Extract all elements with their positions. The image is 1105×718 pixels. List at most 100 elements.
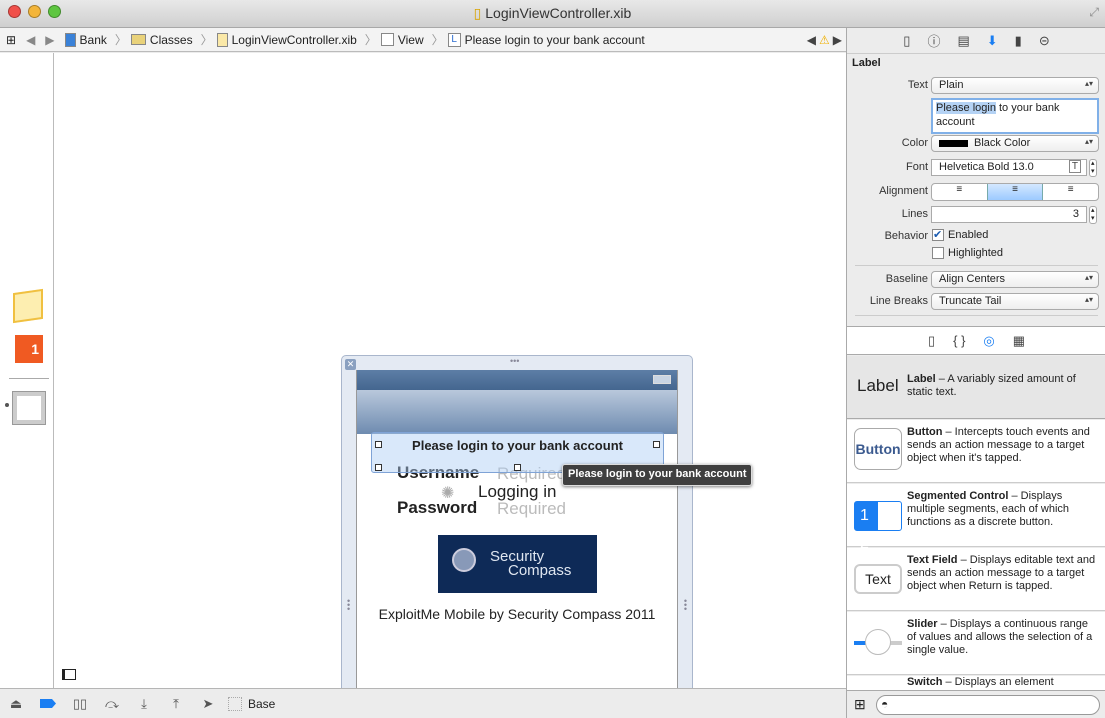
fullscreen-icon[interactable]: ⤢ (1089, 5, 1099, 20)
color-swatch (939, 139, 968, 147)
globe-icon (452, 548, 476, 572)
breakpoints-icon[interactable] (32, 696, 64, 711)
next-issue-button[interactable]: ▶ (833, 33, 842, 47)
base-localization-label[interactable]: Base (248, 697, 275, 711)
size-inspector-icon[interactable]: ▮ (1015, 33, 1022, 49)
close-view-icon[interactable]: ✕ (345, 359, 356, 370)
align-left-icon[interactable]: ≡ (932, 184, 987, 200)
tooltip: Please login to your bank account (562, 464, 753, 486)
connections-inspector-icon[interactable]: ⊝ (1039, 33, 1050, 49)
hide-debug-area-icon[interactable]: ⏏ (0, 696, 32, 712)
alignment-segmented-control: ≡ ≡ ≡ (931, 183, 1099, 201)
library-item-label[interactable]: Label Label – A variably sized amount of… (847, 356, 1105, 419)
back-button[interactable]: ◀ (26, 33, 35, 47)
grid-view-icon[interactable]: ⊞ (854, 696, 866, 713)
warning-icon[interactable]: ⚠ (819, 33, 830, 47)
step-out-icon[interactable]: ⤒ (160, 696, 192, 712)
localization-icon (228, 696, 242, 711)
drag-handle-icon[interactable]: ••• (510, 356, 519, 366)
status-bar (357, 370, 677, 390)
window-title: ▯ LoginViewController.xib (473, 5, 632, 21)
library-item-segmented-control[interactable]: 1 2 Segmented Control – Displays multipl… (847, 484, 1105, 552)
step-into-icon[interactable]: ⤓ (128, 696, 160, 712)
library-item-slider[interactable]: Slider – Displays a continuous range of … (847, 612, 1105, 675)
resize-handle-right[interactable]: • • • (684, 597, 687, 614)
canvas-bottom-bar: ⏏ ▯▯ ⤼ ⤓ ⤒ ➤ Base (0, 688, 846, 718)
color-label: Color (901, 137, 928, 149)
title-bar: ▯ LoginViewController.xib ⤢ (0, 0, 1105, 28)
label-text-field[interactable]: Please login to your bank account (931, 98, 1099, 134)
view-frame[interactable]: ✕ ••• Username Required ✺ Logging in Pas… (341, 355, 693, 696)
quick-help-icon[interactable]: ⓘ (927, 31, 940, 50)
forward-button[interactable]: ▶ (45, 33, 54, 47)
xib-file-icon (216, 32, 228, 47)
file-template-library-icon[interactable]: ▯ (928, 333, 935, 349)
resize-handle[interactable] (653, 441, 660, 448)
library-search-input[interactable]: ◓ (876, 695, 1100, 715)
lines-field[interactable]: 3 (931, 206, 1087, 223)
breadcrumb-classes[interactable]: Classes (130, 33, 193, 47)
identity-inspector-icon[interactable]: ▤ (957, 33, 969, 49)
library-item-switch[interactable]: Switch – Displays an element (847, 676, 1105, 690)
font-size-stepper[interactable]: ▴ ▾ (1089, 159, 1097, 177)
related-items-icon[interactable]: ⊞ (6, 33, 16, 47)
breadcrumb-xib[interactable]: LoginViewController.xib (216, 32, 357, 47)
first-responder-cube-icon[interactable]: 1 (15, 335, 43, 363)
align-center-icon[interactable]: ≡ (986, 184, 1044, 200)
filter-icon: ◓ (881, 697, 889, 711)
project-icon (64, 32, 76, 47)
text-type-popup[interactable]: Plain ▴▾ (931, 77, 1099, 94)
simulate-location-icon[interactable]: ➤ (192, 696, 224, 712)
resize-handle[interactable] (375, 441, 382, 448)
pause-icon[interactable]: ▯▯ (64, 696, 96, 712)
resize-handle-left[interactable]: • • • (347, 597, 350, 614)
font-label: Font (905, 161, 928, 173)
color-popup[interactable]: Black Color ▴▾ (931, 135, 1099, 152)
view-object-icon[interactable] (12, 391, 46, 425)
password-field[interactable]: Required (497, 499, 566, 519)
library-item-text-field[interactable]: Text Text Field – Displays editable text… (847, 548, 1105, 611)
code-snippet-library-icon[interactable]: { } (953, 333, 965, 348)
enabled-checkbox[interactable]: ✔ (932, 229, 944, 241)
resize-handle[interactable] (514, 464, 521, 471)
selection-dot (5, 403, 9, 407)
baseline-label: Baseline (885, 273, 928, 285)
divider (855, 265, 1098, 266)
breadcrumb-label[interactable]: L Please login to your bank account (447, 32, 645, 47)
battery-icon (653, 375, 671, 384)
media-library-icon[interactable]: ▦ (1013, 333, 1025, 349)
font-field[interactable]: Helvetica Bold 13.0 T (931, 159, 1087, 176)
divider (855, 315, 1098, 316)
highlighted-checkbox[interactable] (932, 247, 944, 259)
show-outline-toggle-icon[interactable] (62, 669, 76, 680)
footer-label: ExploitMe Mobile by Security Compass 201… (378, 606, 656, 622)
security-compass-logo: Security Compass (438, 535, 597, 593)
files-owner-cube-icon[interactable] (13, 288, 43, 324)
lines-stepper[interactable]: ▴ ▾ (1089, 206, 1097, 224)
breadcrumb-view[interactable]: View (380, 33, 424, 47)
step-over-icon[interactable]: ⤼ (96, 696, 128, 712)
lines-label: Lines (901, 208, 928, 220)
line-breaks-popup[interactable]: Truncate Tail ▴▾ (931, 293, 1099, 310)
file-inspector-icon[interactable]: ▯ (903, 33, 910, 49)
library-item-button[interactable]: Button Button – Intercepts touch events … (847, 420, 1105, 483)
resize-handle[interactable] (375, 464, 382, 471)
inspector-tabs: ▯ ⓘ ▤ ⬇ ▮ ⊝ (847, 28, 1105, 54)
interface-canvas[interactable]: ✕ ••• Username Required ✺ Logging in Pas… (54, 53, 846, 696)
document-outline-dock: 1 (0, 53, 54, 688)
baseline-popup[interactable]: Align Centers ▴▾ (931, 271, 1099, 288)
label-icon: L (447, 32, 461, 47)
password-label: Password (397, 498, 478, 517)
button-preview-icon: Button (854, 428, 902, 470)
highlighted-label: Highlighted (948, 247, 1004, 259)
object-library-icon[interactable]: ◎ (983, 333, 994, 349)
align-right-icon[interactable]: ≡ (1043, 184, 1098, 200)
behavior-label: Behavior (884, 230, 928, 242)
previous-issue-button[interactable]: ◀ (807, 33, 816, 47)
font-picker-icon[interactable]: T (1068, 160, 1081, 173)
text-label: Text (907, 79, 928, 91)
alignment-label: Alignment (879, 185, 928, 197)
breadcrumb-bank[interactable]: Bank (64, 32, 107, 47)
attributes-inspector-icon[interactable]: ⬇ (987, 33, 998, 49)
library-tabs: ▯ { } ◎ ▦ (847, 327, 1105, 355)
